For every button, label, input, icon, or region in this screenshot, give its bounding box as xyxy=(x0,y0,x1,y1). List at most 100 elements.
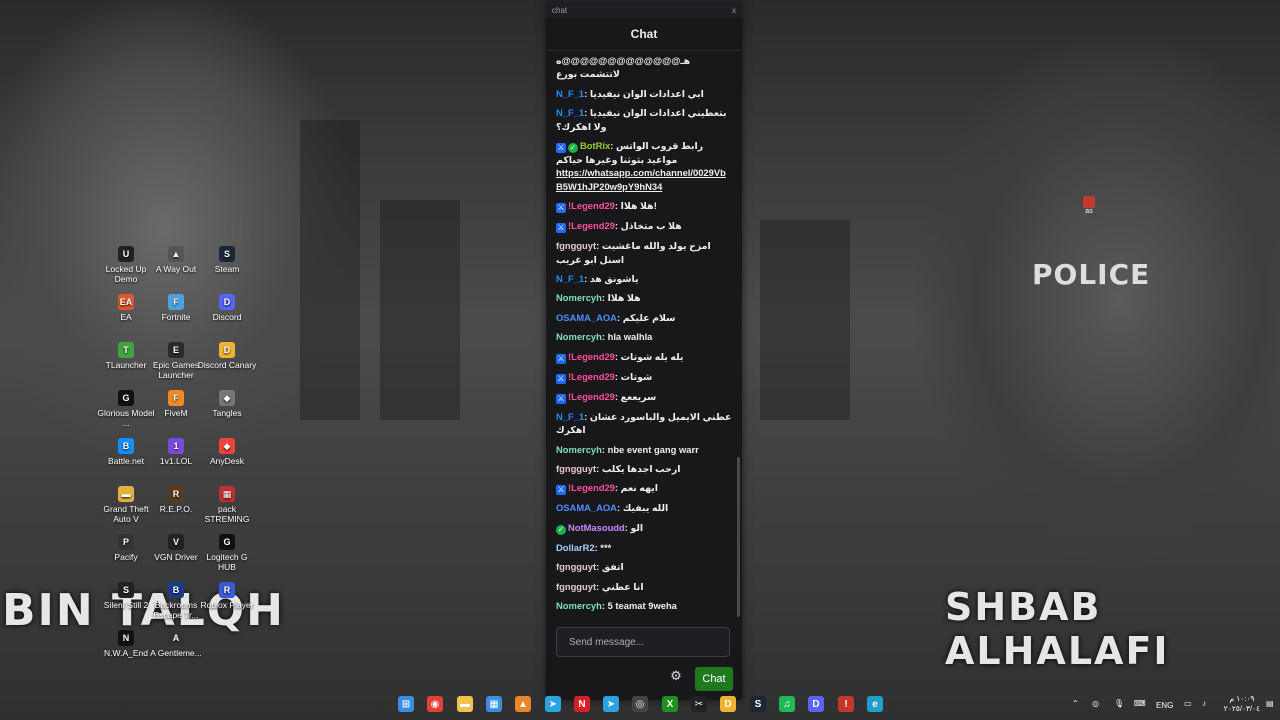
app-orange-icon[interactable]: ▲ xyxy=(515,696,531,712)
chat-window: chat x Chat هـ@@@@@@@@@@@@@ه لاتتشمت بور… xyxy=(546,2,742,700)
telegram-icon[interactable]: ➤ xyxy=(545,696,561,712)
chat-username[interactable]: OSAMA_AOA xyxy=(556,502,617,513)
app-alert-icon[interactable]: ! xyxy=(838,696,854,712)
chat-message-text: اتفق xyxy=(601,561,624,573)
chat-message: fgngguyt: اتفق xyxy=(546,557,742,576)
chat-username[interactable]: !Legend29 xyxy=(568,351,615,362)
chat-titlebar[interactable]: chat x xyxy=(546,2,742,18)
edge-icon[interactable]: e xyxy=(867,696,883,712)
chat-username[interactable]: Nomercyh xyxy=(556,292,602,303)
close-icon[interactable]: x xyxy=(732,6,736,15)
desktop-small-icon[interactable]: as xyxy=(1080,196,1098,215)
chat-username[interactable]: fgngguyt xyxy=(556,463,596,474)
verified-badge-icon[interactable]: ✓ xyxy=(568,143,578,154)
moderator-badge-icon[interactable]: ⚔ xyxy=(556,485,566,496)
tray-app-icon[interactable]: ◎ xyxy=(1092,699,1099,708)
moderator-badge-icon[interactable]: ⚔ xyxy=(556,393,566,404)
chat-message-text: nbe event gang warr xyxy=(607,443,699,455)
microphone-icon[interactable]: 🎙 xyxy=(1114,699,1124,708)
chat-message-text: هلا هلاا! xyxy=(620,200,657,212)
chat-username[interactable]: BotRix xyxy=(580,140,610,151)
chat-message: ⚔ !Legend29: سريععع xyxy=(546,387,742,407)
chat-username[interactable]: fgngguyt xyxy=(556,561,596,572)
steam-icon[interactable]: S xyxy=(750,696,766,712)
chat-message-text: انا عطني xyxy=(601,580,644,592)
wallpaper-right-text: SHBAB ALHALAFI xyxy=(945,585,1170,673)
desktop-icon[interactable]: D Discord xyxy=(197,294,257,322)
chat-username[interactable]: N_F_1 xyxy=(556,107,584,118)
chat-username[interactable]: !Legend29 xyxy=(568,220,615,231)
xbox-icon[interactable]: X xyxy=(662,696,678,712)
obs-icon[interactable]: ◎ xyxy=(632,696,648,712)
keyboard-icon[interactable]: ⌨ xyxy=(1134,699,1146,708)
notification-icon[interactable]: ▤ xyxy=(1266,699,1274,708)
moderator-badge-icon[interactable]: ⚔ xyxy=(556,203,566,214)
chat-message: Nomercyh: 5 teamat 9weha xyxy=(546,596,742,615)
chat-username[interactable]: !Legend29 xyxy=(568,391,615,402)
desktop-icon[interactable]: R Roblox Player xyxy=(197,582,257,610)
chat-username[interactable]: NotMasoudd xyxy=(568,522,625,533)
chat-send-button[interactable]: Chat xyxy=(695,667,733,691)
chat-username[interactable]: OSAMA_AOA xyxy=(556,312,617,323)
chat-message: N_F_1: ابي اعدادات الوان نيفيديا xyxy=(546,84,742,103)
app-icon: ◆ xyxy=(219,438,235,454)
desktop-icon[interactable]: ◆ Tangles xyxy=(197,390,257,418)
chat-username[interactable]: fgngguyt xyxy=(556,240,596,251)
desktop-icon[interactable]: D Discord Canary xyxy=(197,342,257,370)
clock[interactable]: ١٠:٠٩ م ٢٠٢٥/٠٣/٠٤ xyxy=(1222,694,1262,714)
chat-username[interactable]: N_F_1 xyxy=(556,88,584,99)
discord-canary-icon[interactable]: D xyxy=(720,696,736,712)
chat-scrollbar[interactable] xyxy=(737,457,740,617)
language-indicator[interactable]: ENG xyxy=(1156,701,1173,710)
windows-start-icon[interactable]: ⊞ xyxy=(398,696,414,712)
app-icon: V xyxy=(168,534,184,550)
gear-icon[interactable]: ⚙ xyxy=(669,669,683,683)
chat-username[interactable]: !Legend29 xyxy=(568,482,615,493)
verified-badge-icon[interactable]: ✓ xyxy=(556,524,566,535)
desktop-icon-label: A Gentleme... xyxy=(150,648,202,658)
chevron-up-icon[interactable]: ⌃ xyxy=(1072,699,1079,708)
desktop-icon[interactable]: A A Gentleme... xyxy=(146,630,206,658)
chat-username[interactable]: Nomercyh xyxy=(556,331,602,342)
chat-message: N_F_1: بتعطيني اعدادات الوان نيفيديا ولا… xyxy=(546,103,742,136)
chat-username[interactable]: DollarR2 xyxy=(556,542,595,553)
send-message-input[interactable]: Send message... xyxy=(556,627,730,657)
desktop-icon[interactable]: G Logitech G HUB xyxy=(197,534,257,572)
desktop-icon[interactable]: ◆ AnyDesk xyxy=(197,438,257,466)
chat-message: fgngguyt: امزح يولد والله ماغشيت اسنل اب… xyxy=(546,236,742,269)
chat-message-text: هلا هلاا xyxy=(607,292,641,304)
desktop-icon[interactable]: ▦ pack STREMING xyxy=(197,486,257,524)
chat-message-list[interactable]: هـ@@@@@@@@@@@@@ه لاتتشمت بورع N_F_1: ابي … xyxy=(546,51,742,619)
chat-link[interactable]: https://whatsapp.com/channel/0029VbB5W1h… xyxy=(556,167,726,191)
chat-username[interactable]: !Legend29 xyxy=(568,200,615,211)
moderator-badge-icon[interactable]: ⚔ xyxy=(556,353,566,364)
moderator-badge-icon[interactable]: ⚔ xyxy=(556,373,566,384)
netflix-icon[interactable]: N xyxy=(574,696,590,712)
capcut-icon[interactable]: ✂ xyxy=(691,696,707,712)
chat-username[interactable]: Nomercyh xyxy=(556,444,602,455)
wallpaper-building xyxy=(380,200,460,420)
chat-message-text: ايهه نعم xyxy=(620,482,659,494)
desktop-icon[interactable]: S Steam xyxy=(197,246,257,274)
chat-username[interactable]: !Legend29 xyxy=(568,371,615,382)
chat-username[interactable]: N_F_1 xyxy=(556,411,584,422)
chat-message-text: ارحب اجدها يكلب xyxy=(601,462,681,474)
telegram-2-icon[interactable]: ➤ xyxy=(603,696,619,712)
app-icon: D xyxy=(219,294,235,310)
app-icon: T xyxy=(118,342,134,358)
chat-username[interactable]: N_F_1 xyxy=(556,273,584,284)
chat-username[interactable]: fgngguyt xyxy=(556,581,596,592)
file-explorer-icon[interactable]: ▬ xyxy=(457,696,473,712)
app-icon: R xyxy=(219,582,235,598)
chat-message-text: سلام عليكم xyxy=(622,311,676,323)
spotify-icon[interactable]: ♫ xyxy=(779,696,795,712)
desktop-icon-label: Discord xyxy=(212,312,242,322)
moderator-badge-icon[interactable]: ⚔ xyxy=(556,223,566,234)
discord-icon[interactable]: D xyxy=(808,696,824,712)
chat-username[interactable]: Nomercyh xyxy=(556,600,602,611)
network-icon[interactable]: ▭ xyxy=(1184,699,1192,708)
volume-icon[interactable]: ♪ xyxy=(1202,699,1206,708)
moderator-badge-icon[interactable]: ⚔ xyxy=(556,143,566,154)
chrome-icon[interactable]: ◉ xyxy=(427,696,443,712)
store-icon[interactable]: ▦ xyxy=(486,696,502,712)
